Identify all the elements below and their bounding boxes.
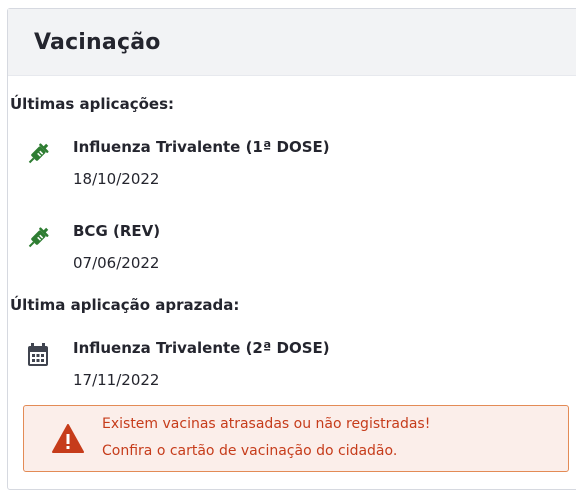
syringe-icon <box>28 227 49 248</box>
application-date: 18/10/2022 <box>73 170 160 188</box>
alert-message: Existem vacinas atrasadas ou não registr… <box>102 416 431 432</box>
application-date: 07/06/2022 <box>73 254 160 272</box>
card-title: Vacinação <box>34 29 161 55</box>
scheduled-application-label: Última aplicação aprazada: <box>10 296 240 314</box>
warning-icon <box>52 424 84 453</box>
recent-application-item: BCG (REV) 07/06/2022 <box>25 221 160 273</box>
syringe-icon <box>28 143 49 164</box>
scheduled-date: 17/11/2022 <box>73 371 160 389</box>
overdue-vaccines-alert: Existem vacinas atrasadas ou não registr… <box>23 405 569 472</box>
recent-applications-label: Últimas aplicações: <box>10 95 174 113</box>
alert-instruction: Confira o cartão de vacinação do cidadão… <box>102 443 398 459</box>
scheduled-application-item: Influenza Trivalente (2ª DOSE) 17/11/202… <box>25 338 330 390</box>
calendar-icon <box>28 343 48 366</box>
vaccine-name: BCG (REV) <box>73 222 161 240</box>
vaccine-name: Influenza Trivalente (1ª DOSE) <box>73 138 330 156</box>
recent-application-item: Influenza Trivalente (1ª DOSE) 18/10/202… <box>25 137 330 189</box>
card-header: Vacinação <box>8 9 576 76</box>
vaccine-name: Influenza Trivalente (2ª DOSE) <box>73 339 330 357</box>
vaccination-card: Vacinação Últimas aplicações: Influenza … <box>7 8 576 490</box>
